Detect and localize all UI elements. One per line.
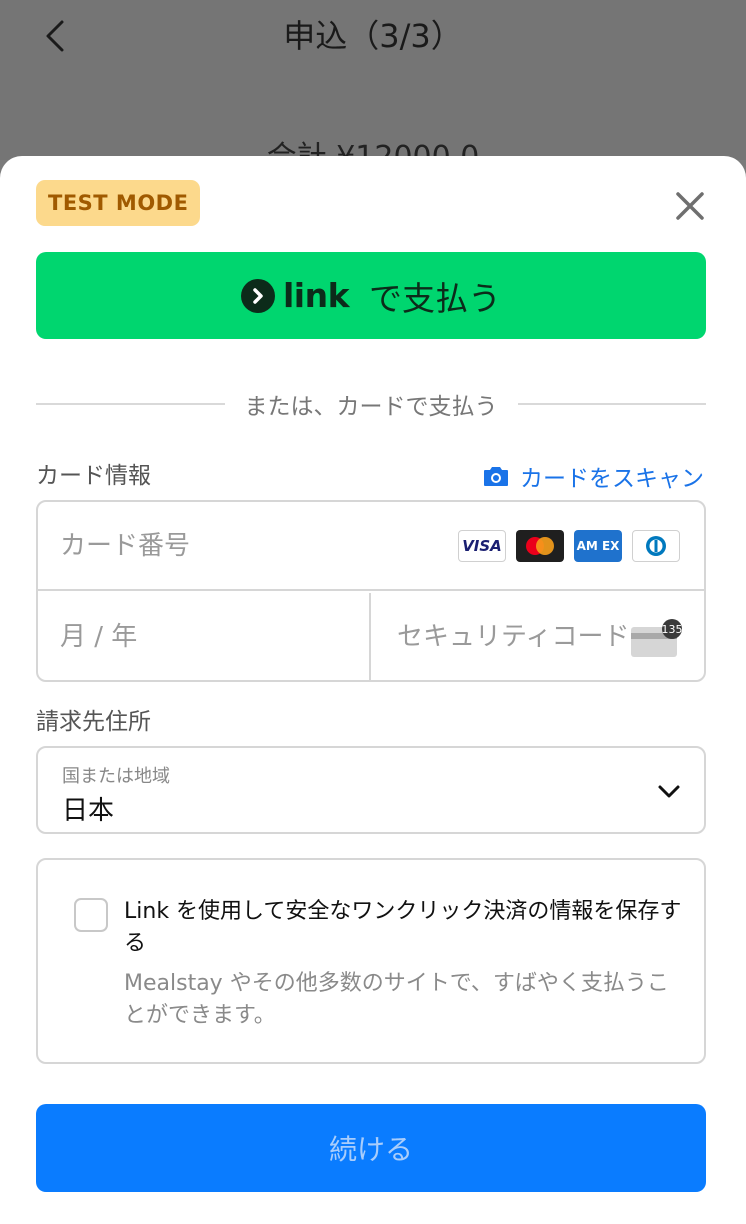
divider-line-left — [36, 403, 225, 405]
country-select[interactable]: 国または地域 日本 — [36, 746, 706, 834]
billing-address-label: 請求先住所 — [36, 709, 151, 735]
country-value: 日本 — [62, 796, 115, 826]
amex-icon: AM EX — [574, 530, 622, 562]
page-title: 申込（3/3） — [283, 17, 463, 55]
continue-button[interactable]: 続ける — [36, 1104, 706, 1192]
test-mode-badge: TEST MODE — [36, 180, 201, 226]
payment-page: 申込（3/3） 合計 ¥12000.0 TEST MODE link で支払う … — [0, 0, 746, 1224]
background-header: 申込（3/3） 合計 ¥12000.0 — [0, 0, 746, 175]
camera-icon — [484, 467, 508, 486]
divider-line-right — [517, 403, 706, 405]
divider-text: または、カードで支払う — [244, 394, 498, 420]
link-logo-icon — [240, 278, 275, 313]
link-button-label: で支払う — [369, 278, 502, 318]
mastercard-icon — [516, 530, 564, 562]
save-info-title: Link を使用して安全なワンクリック決済の情報を保存する — [124, 899, 682, 956]
card-details-box: カード番号 VISA AM EX 月 / 年 セキュリティコード 135 — [36, 500, 706, 682]
diners-icon — [632, 530, 680, 562]
cvc-placeholder: セキュリティコード — [397, 622, 630, 652]
save-info-box: Link を使用して安全なワンクリック決済の情報を保存する Mealstay や… — [36, 858, 706, 1064]
card-number-placeholder: カード番号 — [60, 531, 191, 561]
scan-card-label: カードをスキャン — [520, 466, 704, 492]
pay-with-link-button[interactable]: link で支払う — [36, 252, 706, 339]
country-label: 国または地域 — [62, 766, 170, 787]
expiry-field[interactable]: 月 / 年 — [38, 593, 371, 680]
payment-sheet: TEST MODE link で支払う または、カードで支払う カード情報 カー… — [0, 156, 746, 1224]
save-info-description: Mealstay やその他多数のサイトで、すばやく支払うことができます。 — [124, 971, 669, 1028]
chevron-down-icon — [658, 785, 680, 798]
close-icon[interactable] — [670, 186, 710, 226]
or-divider: または、カードで支払う — [36, 384, 706, 424]
card-brands: VISA AM EX — [458, 530, 680, 562]
card-number-field[interactable]: カード番号 VISA AM EX — [38, 502, 704, 591]
visa-icon: VISA — [458, 530, 506, 562]
link-logo-text: link — [282, 276, 350, 315]
cvc-card-icon: 135 — [631, 619, 683, 657]
cvc-field[interactable]: セキュリティコード 135 — [373, 593, 704, 680]
save-info-checkbox[interactable] — [74, 898, 108, 932]
cvc-icon-number: 135 — [662, 623, 683, 636]
card-info-label: カード情報 — [36, 463, 151, 489]
expiry-placeholder: 月 / 年 — [60, 622, 138, 652]
scan-card-link[interactable]: カードをスキャン — [482, 458, 704, 494]
